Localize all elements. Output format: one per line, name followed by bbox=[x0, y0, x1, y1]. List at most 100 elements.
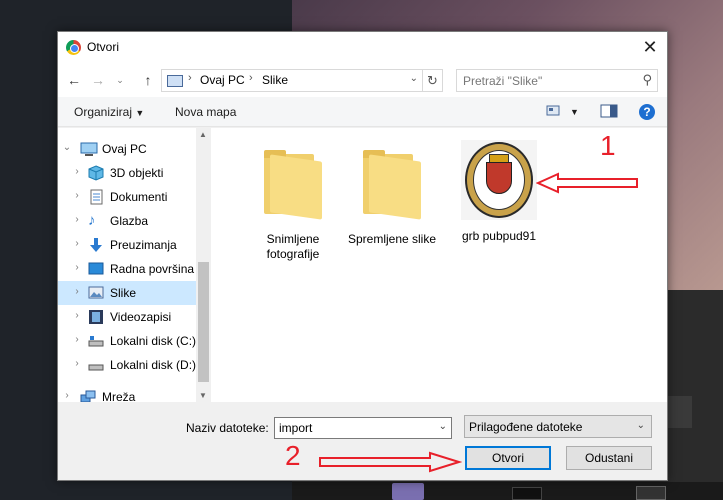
sidebar-item-disk-c[interactable]: › Lokalni disk (C:) bbox=[58, 329, 196, 353]
music-icon: ♪ bbox=[88, 212, 96, 229]
file-item-label: Spremljene slike bbox=[347, 232, 437, 246]
scroll-down-icon[interactable]: ▼ bbox=[199, 391, 207, 400]
view-dropdown-icon[interactable]: ▼ bbox=[570, 107, 579, 117]
close-button[interactable]: ✕ bbox=[639, 36, 661, 58]
expand-right-icon[interactable]: › bbox=[72, 262, 82, 273]
window-title: Otvori bbox=[87, 40, 120, 54]
file-type-select[interactable]: Prilagođene datoteke ⌄ bbox=[464, 415, 652, 438]
chevron-down-icon: ⌄ bbox=[636, 420, 645, 431]
filename-field[interactable]: ⌄ bbox=[274, 417, 452, 439]
navigation-bar: ← → ⌄ ↑ › Ovaj PC › Slike ⌄ ↻ Pretraži "… bbox=[58, 63, 667, 97]
annotation-number-two: 2 bbox=[285, 440, 301, 471]
sidebar-item-label: 3D objekti bbox=[110, 166, 164, 180]
forward-arrow-icon[interactable]: → bbox=[88, 70, 108, 90]
drive-icon bbox=[88, 357, 104, 373]
expand-right-icon[interactable]: › bbox=[72, 286, 82, 297]
video-icon bbox=[88, 309, 104, 325]
sidebar-item-dokumenti[interactable]: › Dokumenti bbox=[58, 185, 196, 209]
emblem-thumbnail bbox=[461, 140, 537, 220]
taskbar-app-icon[interactable] bbox=[512, 487, 542, 500]
sidebar-item-label: Radna površina bbox=[110, 262, 195, 276]
drive-icon bbox=[88, 333, 104, 349]
breadcrumb-slike[interactable]: Slike bbox=[262, 73, 288, 87]
organize-menu[interactable]: Organiziraj ▼ bbox=[74, 105, 144, 119]
scrollbar-thumb[interactable] bbox=[198, 262, 209, 382]
preview-pane-icon[interactable] bbox=[600, 103, 618, 121]
file-item-grb-pubpud91[interactable]: grb pubpud91 bbox=[453, 140, 545, 244]
sidebar-item-label: Ovaj PC bbox=[102, 142, 147, 156]
annotation-arrow-left bbox=[536, 172, 638, 194]
scroll-up-icon[interactable]: ▲ bbox=[199, 130, 207, 139]
sidebar-item-label: Slike bbox=[110, 286, 137, 300]
annotation-number-one: 1 bbox=[600, 130, 616, 161]
navigation-scrollbar[interactable]: ▲ ▼ bbox=[196, 128, 211, 402]
sidebar-item-radna-povrsina[interactable]: › Radna površina bbox=[58, 257, 196, 281]
command-toolbar: Organiziraj ▼ Nova mapa ▼ ? bbox=[58, 97, 667, 127]
expand-right-icon[interactable]: › bbox=[72, 214, 82, 225]
content-area: ⌄ Ovaj PC › 3D objekti › Dokumenti › ♪ G… bbox=[58, 128, 667, 404]
sidebar-item-preuzimanja[interactable]: › Preuzimanja bbox=[58, 233, 196, 257]
file-item-label: grb pubpud91 bbox=[461, 229, 537, 243]
navigation-pane: ⌄ Ovaj PC › 3D objekti › Dokumenti › ♪ G… bbox=[58, 128, 211, 404]
new-folder-button[interactable]: Nova mapa bbox=[175, 105, 236, 119]
file-type-value: Prilagođene datoteke bbox=[469, 420, 583, 434]
breadcrumb-separator-icon: › bbox=[249, 72, 253, 84]
search-input[interactable]: Pretraži "Slike" ⚲ bbox=[456, 69, 658, 92]
filename-label: Naziv datoteke: bbox=[186, 421, 269, 435]
download-icon bbox=[88, 237, 104, 253]
desktop-widget bbox=[668, 396, 692, 428]
organize-label: Organiziraj bbox=[74, 105, 133, 119]
expand-right-icon[interactable]: › bbox=[72, 358, 82, 369]
sidebar-item-disk-d[interactable]: › Lokalni disk (D:) bbox=[58, 353, 196, 377]
refresh-icon[interactable]: ↻ bbox=[422, 70, 442, 91]
sidebar-item-label: Preuzimanja bbox=[110, 238, 177, 252]
expand-right-icon[interactable]: › bbox=[72, 334, 82, 345]
sidebar-item-label: Lokalni disk (C:) bbox=[110, 334, 197, 348]
expand-right-icon[interactable]: › bbox=[72, 190, 82, 201]
open-file-dialog: Otvori ✕ ← → ⌄ ↑ › Ovaj PC › Slike ⌄ ↻ P… bbox=[57, 31, 668, 481]
sidebar-item-videozapisi[interactable]: › Videozapisi bbox=[58, 305, 196, 329]
pictures-icon bbox=[88, 285, 104, 301]
address-bar[interactable]: › Ovaj PC › Slike ⌄ ↻ bbox=[161, 69, 443, 92]
breadcrumb-separator-icon: › bbox=[188, 72, 192, 84]
help-icon[interactable]: ? bbox=[638, 103, 656, 121]
cube-icon bbox=[88, 165, 104, 181]
chevron-down-icon[interactable]: ⌄ bbox=[439, 421, 447, 432]
sidebar-item-3d-objekti[interactable]: › 3D objekti bbox=[58, 161, 196, 185]
folder-icon bbox=[264, 146, 322, 220]
search-icon: ⚲ bbox=[642, 72, 652, 87]
address-dropdown-icon[interactable]: ⌄ bbox=[410, 73, 418, 84]
computer-icon bbox=[80, 141, 98, 157]
sidebar-item-label: Videozapisi bbox=[110, 310, 172, 324]
taskbar-app-icon[interactable] bbox=[392, 483, 424, 500]
file-item-snimljene-fotografije[interactable]: Snimljene fotografije bbox=[247, 146, 339, 262]
up-arrow-icon[interactable]: ↑ bbox=[138, 70, 158, 90]
expand-right-icon[interactable]: › bbox=[72, 166, 82, 177]
open-button[interactable]: Otvori bbox=[465, 446, 551, 470]
sidebar-item-label: Glazba bbox=[110, 214, 149, 228]
chrome-icon bbox=[66, 40, 81, 55]
sidebar-item-label: Dokumenti bbox=[110, 190, 168, 204]
expand-right-icon[interactable]: › bbox=[72, 310, 82, 321]
chevron-down-icon: ▼ bbox=[135, 108, 145, 118]
sidebar-item-ovaj-pc[interactable]: ⌄ Ovaj PC bbox=[58, 137, 196, 161]
pc-icon bbox=[167, 75, 183, 87]
file-list: Snimljene fotografije Spremljene slike g… bbox=[213, 128, 667, 402]
expand-right-icon[interactable]: › bbox=[62, 390, 72, 401]
expand-down-icon[interactable]: ⌄ bbox=[62, 142, 72, 153]
back-arrow-icon[interactable]: ← bbox=[64, 70, 84, 90]
recent-locations-chevron-icon[interactable]: ⌄ bbox=[110, 70, 130, 90]
file-item-spremljene-slike[interactable]: Spremljene slike bbox=[346, 146, 438, 247]
expand-right-icon[interactable]: › bbox=[72, 238, 82, 249]
folder-icon bbox=[363, 146, 421, 220]
sidebar-item-slike[interactable]: › Slike bbox=[58, 281, 196, 305]
view-options-icon[interactable] bbox=[546, 103, 560, 121]
file-item-label: Snimljene fotografije bbox=[266, 232, 320, 261]
cancel-button[interactable]: Odustani bbox=[566, 446, 652, 470]
document-icon bbox=[88, 189, 104, 205]
breadcrumb-ovaj-pc[interactable]: Ovaj PC bbox=[200, 73, 245, 87]
filename-input[interactable] bbox=[275, 418, 425, 438]
sidebar-item-glazba[interactable]: › ♪ Glazba bbox=[58, 209, 196, 233]
desktop-icon bbox=[88, 261, 104, 277]
taskbar-app-icon[interactable] bbox=[636, 486, 666, 500]
